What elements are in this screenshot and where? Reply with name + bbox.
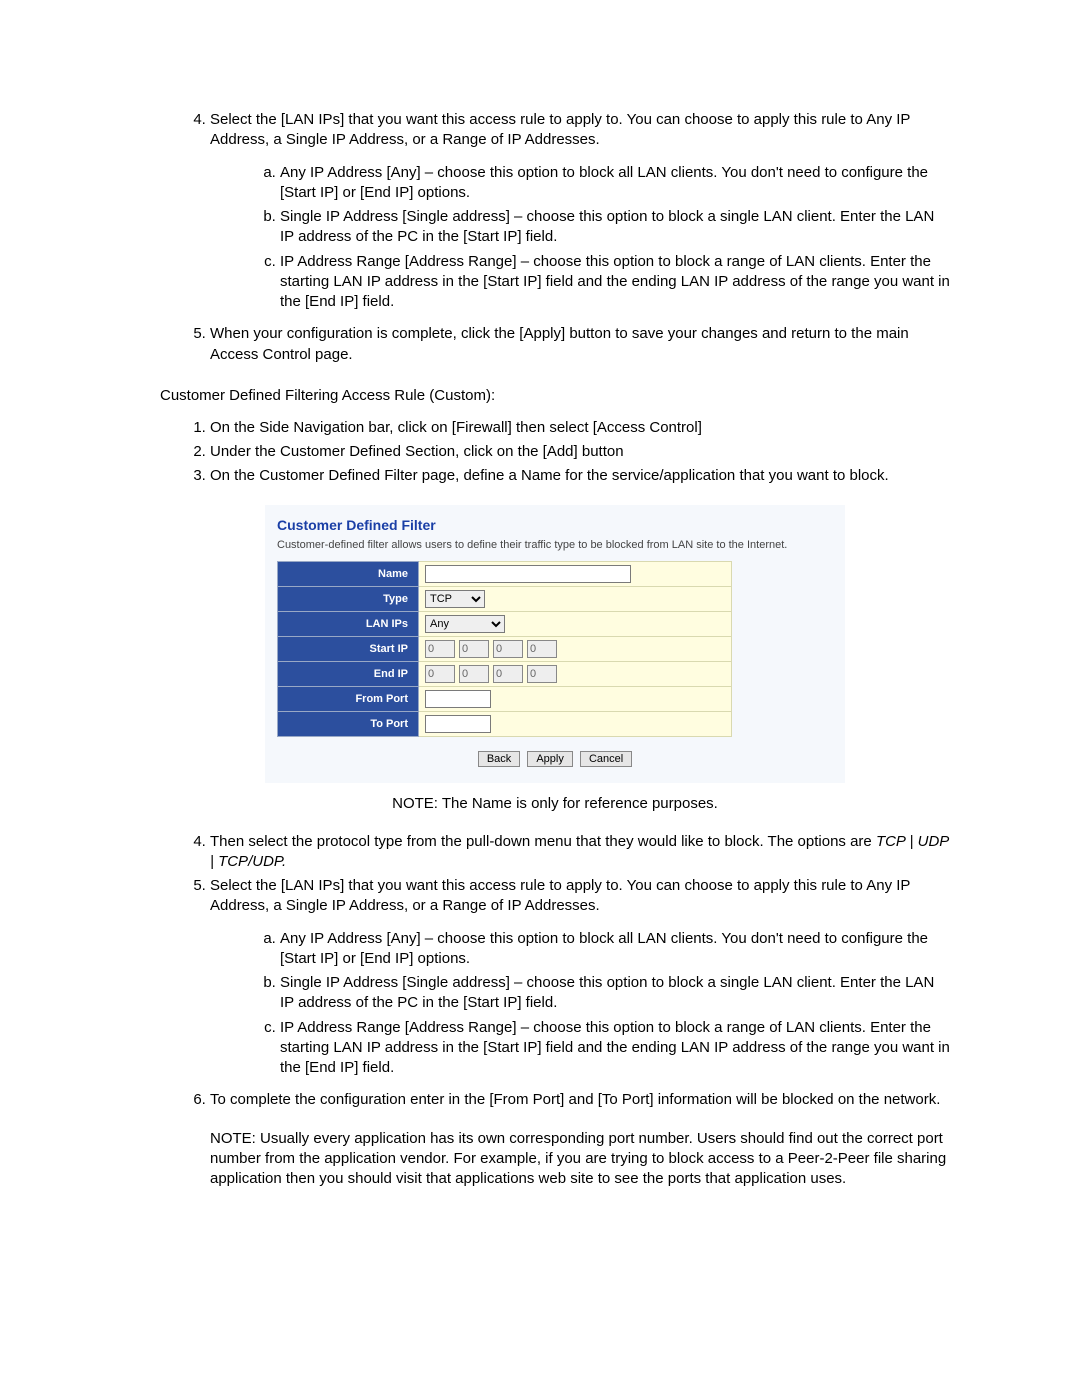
label-to-port: To Port [278, 711, 419, 736]
name-input[interactable] [425, 565, 631, 583]
lower-step-6: To complete the configuration enter in t… [210, 1090, 950, 1110]
end-ip-oct2[interactable] [459, 665, 489, 683]
start-ip-oct4[interactable] [527, 640, 557, 658]
step-4-sublist: Any IP Address [Any] – choose this optio… [210, 163, 950, 313]
screenshot-caption-note: NOTE: The Name is only for reference pur… [160, 795, 950, 812]
to-port-input[interactable] [425, 715, 491, 733]
label-lan-ips: LAN IPs [278, 611, 419, 636]
custom-steps-list: On the Side Navigation bar, click on [Fi… [160, 418, 950, 487]
step-4c: IP Address Range [Address Range] – choos… [280, 252, 950, 313]
lower-step-5: Select the [LAN IPs] that you want this … [210, 876, 950, 1078]
back-button[interactable]: Back [478, 751, 520, 767]
button-row: Back Apply Cancel [277, 751, 833, 767]
lower-step-5a: Any IP Address [Any] – choose this optio… [280, 929, 950, 970]
type-select[interactable]: TCP [425, 590, 485, 608]
section-heading: Customer Defined Filtering Access Rule (… [160, 387, 950, 404]
label-name: Name [278, 561, 419, 586]
start-ip-group [425, 640, 725, 658]
end-ip-oct3[interactable] [493, 665, 523, 683]
label-end-ip: End IP [278, 661, 419, 686]
filter-panel: Customer Defined Filter Customer-defined… [265, 505, 845, 783]
lower-note: NOTE: Usually every application has its … [210, 1129, 950, 1190]
custom-step-3: On the Customer Defined Filter page, def… [210, 466, 950, 486]
lower-step-5-text: Select the [LAN IPs] that you want this … [210, 877, 910, 914]
label-type: Type [278, 586, 419, 611]
lower-step-5b: Single IP Address [Single address] – cho… [280, 973, 950, 1014]
filter-description: Customer-defined filter allows users to … [277, 539, 833, 551]
step-5: When your configuration is complete, cli… [210, 324, 950, 365]
lan-ips-select[interactable]: Any [425, 615, 505, 633]
step-4a: Any IP Address [Any] – choose this optio… [280, 163, 950, 204]
document-page: Select the [LAN IPs] that you want this … [0, 0, 1080, 1397]
filter-form-table: Name Type TCP LAN IPs Any [277, 561, 732, 737]
start-ip-oct3[interactable] [493, 640, 523, 658]
custom-step-1: On the Side Navigation bar, click on [Fi… [210, 418, 950, 438]
start-ip-oct1[interactable] [425, 640, 455, 658]
lower-step-4-text: Then select the protocol type from the p… [210, 833, 876, 850]
label-from-port: From Port [278, 686, 419, 711]
embedded-screenshot: Customer Defined Filter Customer-defined… [265, 505, 845, 783]
step-4b: Single IP Address [Single address] – cho… [280, 207, 950, 248]
end-ip-group [425, 665, 725, 683]
lower-step-5-sublist: Any IP Address [Any] – choose this optio… [210, 929, 950, 1079]
lower-step-4: Then select the protocol type from the p… [210, 832, 950, 873]
start-ip-oct2[interactable] [459, 640, 489, 658]
ordered-list-top: Select the [LAN IPs] that you want this … [160, 110, 950, 365]
step-4: Select the [LAN IPs] that you want this … [210, 110, 950, 312]
lower-step-5c: IP Address Range [Address Range] – choos… [280, 1018, 950, 1079]
step-4-text: Select the [LAN IPs] that you want this … [210, 111, 910, 148]
custom-step-2: Under the Customer Defined Section, clic… [210, 442, 950, 462]
ordered-list-lower: Then select the protocol type from the p… [160, 832, 950, 1111]
label-start-ip: Start IP [278, 636, 419, 661]
apply-button[interactable]: Apply [527, 751, 573, 767]
end-ip-oct1[interactable] [425, 665, 455, 683]
filter-title: Customer Defined Filter [277, 517, 833, 533]
cancel-button[interactable]: Cancel [580, 751, 632, 767]
end-ip-oct4[interactable] [527, 665, 557, 683]
from-port-input[interactable] [425, 690, 491, 708]
